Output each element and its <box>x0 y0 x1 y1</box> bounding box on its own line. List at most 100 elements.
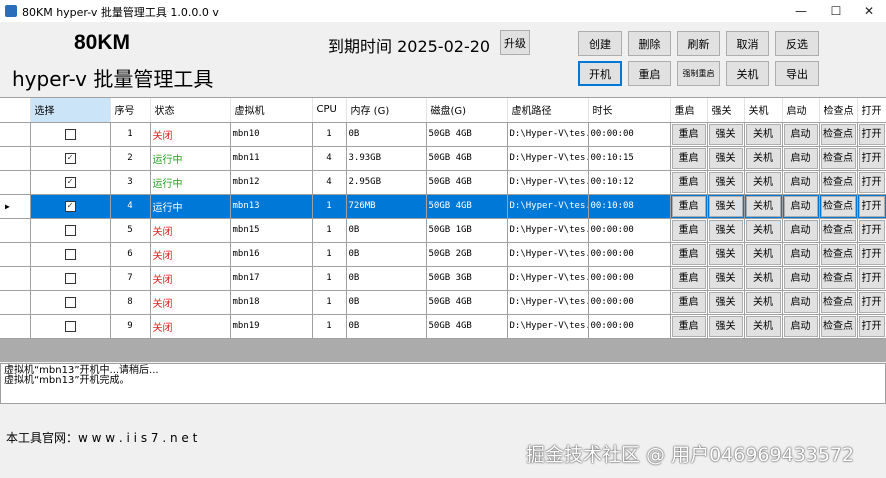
select-checkbox-cell[interactable] <box>30 290 111 315</box>
start-row-button[interactable]: 启动 <box>783 171 818 193</box>
select-checkbox-cell[interactable] <box>30 266 111 291</box>
checkpoint-row-button[interactable]: 检查点 <box>820 195 856 217</box>
column-header[interactable]: 启动 <box>782 98 820 123</box>
open-row-button[interactable]: 打开 <box>858 267 885 289</box>
table-row[interactable]: ✓ 2运行中mbn1143.93GB50GB 4GBD:\Hyper-V\tes.… <box>0 146 886 171</box>
shutdown-row-button[interactable]: 关机 <box>745 147 781 169</box>
checkpoint-row-button[interactable]: 检查点 <box>820 315 856 337</box>
row-header[interactable]: ▶ <box>0 194 31 219</box>
select-checkbox-cell[interactable]: ✓ <box>30 194 111 219</box>
maximize-button[interactable]: ☐ <box>819 0 853 22</box>
invert-select-button[interactable]: 反选 <box>775 31 819 56</box>
restart-row-button[interactable]: 重启 <box>671 195 706 217</box>
table-row[interactable]: 7关闭mbn1710B50GB 3GBD:\Hyper-V\tes...00:0… <box>0 266 886 291</box>
force-off-row-button[interactable]: 强关 <box>708 195 743 217</box>
select-checkbox[interactable] <box>64 272 76 284</box>
start-row-button[interactable]: 启动 <box>783 291 818 313</box>
force-off-row-button[interactable]: 强关 <box>708 267 743 289</box>
open-row-button[interactable]: 打开 <box>858 147 885 169</box>
restart-button[interactable]: 重启 <box>628 61 671 86</box>
checkpoint-row-button[interactable]: 检查点 <box>820 243 856 265</box>
shutdown-row-button[interactable]: 关机 <box>745 219 781 241</box>
column-header[interactable]: 重启 <box>670 98 708 123</box>
checkpoint-row-button[interactable]: 检查点 <box>820 267 856 289</box>
checkpoint-row-button[interactable]: 检查点 <box>820 147 856 169</box>
shutdown-row-button[interactable]: 关机 <box>745 243 781 265</box>
shutdown-button[interactable]: 关机 <box>726 61 769 86</box>
column-header[interactable]: 时长 <box>588 98 671 123</box>
select-checkbox[interactable]: ✓ <box>64 152 76 164</box>
table-row[interactable]: 1关闭mbn1010B50GB 4GBD:\Hyper-V\tes...00:0… <box>0 122 886 147</box>
select-checkbox[interactable] <box>64 128 76 140</box>
select-checkbox[interactable] <box>64 248 76 260</box>
start-row-button[interactable]: 启动 <box>783 123 818 145</box>
column-header[interactable]: 检查点 <box>819 98 858 123</box>
select-checkbox-cell[interactable] <box>30 242 111 267</box>
column-header[interactable]: 关机 <box>744 98 783 123</box>
select-checkbox[interactable] <box>64 224 76 236</box>
shutdown-row-button[interactable]: 关机 <box>745 291 781 313</box>
restart-row-button[interactable]: 重启 <box>671 123 706 145</box>
shutdown-row-button[interactable]: 关机 <box>745 267 781 289</box>
restart-row-button[interactable]: 重启 <box>671 147 706 169</box>
force-off-row-button[interactable]: 强关 <box>708 123 743 145</box>
select-checkbox-cell[interactable] <box>30 314 111 339</box>
select-checkbox[interactable]: ✓ <box>64 176 76 188</box>
row-header[interactable] <box>0 122 31 147</box>
row-header[interactable] <box>0 242 31 267</box>
open-row-button[interactable]: 打开 <box>858 291 885 313</box>
start-row-button[interactable]: 启动 <box>783 147 818 169</box>
start-row-button[interactable]: 启动 <box>783 315 818 337</box>
force-off-row-button[interactable]: 强关 <box>708 315 743 337</box>
table-row[interactable]: 8关闭mbn1810B50GB 4GBD:\Hyper-V\tes...00:0… <box>0 290 886 315</box>
shutdown-row-button[interactable]: 关机 <box>745 195 781 217</box>
restart-row-button[interactable]: 重启 <box>671 171 706 193</box>
delete-button[interactable]: 删除 <box>628 31 671 56</box>
open-row-button[interactable]: 打开 <box>858 123 885 145</box>
column-header[interactable]: 序号 <box>110 98 151 123</box>
open-row-button[interactable]: 打开 <box>858 195 885 217</box>
checkpoint-row-button[interactable]: 检查点 <box>820 291 856 313</box>
open-row-button[interactable]: 打开 <box>858 171 885 193</box>
force-off-row-button[interactable]: 强关 <box>708 243 743 265</box>
restart-row-button[interactable]: 重启 <box>671 243 706 265</box>
refresh-button[interactable]: 刷新 <box>677 31 720 56</box>
cancel-button[interactable]: 取消 <box>726 31 769 56</box>
force-off-row-button[interactable]: 强关 <box>708 291 743 313</box>
table-row[interactable]: 6关闭mbn1610B50GB 2GBD:\Hyper-V\tes...00:0… <box>0 242 886 267</box>
column-header[interactable]: 强关 <box>707 98 745 123</box>
upgrade-button[interactable]: 升级 <box>500 30 530 55</box>
force-off-row-button[interactable]: 强关 <box>708 147 743 169</box>
checkpoint-row-button[interactable]: 检查点 <box>820 219 856 241</box>
start-row-button[interactable]: 启动 <box>783 219 818 241</box>
table-row[interactable]: ✓ 3运行中mbn1242.95GB50GB 4GBD:\Hyper-V\tes.… <box>0 170 886 195</box>
column-header[interactable]: 选择 <box>30 98 111 123</box>
select-checkbox[interactable] <box>64 296 76 308</box>
checkpoint-row-button[interactable]: 检查点 <box>820 171 856 193</box>
shutdown-row-button[interactable]: 关机 <box>745 123 781 145</box>
column-header[interactable]: 打开 <box>857 98 886 123</box>
row-header[interactable] <box>0 218 31 243</box>
row-header[interactable] <box>0 290 31 315</box>
row-header[interactable] <box>0 146 31 171</box>
column-header[interactable]: 虚拟机 <box>230 98 313 123</box>
select-checkbox-cell[interactable]: ✓ <box>30 146 111 171</box>
minimize-button[interactable]: — <box>784 0 818 22</box>
row-header[interactable] <box>0 314 31 339</box>
export-button[interactable]: 导出 <box>775 61 819 86</box>
table-row[interactable]: 5关闭mbn1510B50GB 1GBD:\Hyper-V\tes...00:0… <box>0 218 886 243</box>
select-checkbox[interactable] <box>64 320 76 332</box>
table-row[interactable]: ▶ ✓ 4运行中mbn131726MB50GB 4GBD:\Hyper-V\tes.… <box>0 194 886 219</box>
start-button[interactable]: 开机 <box>578 61 622 86</box>
shutdown-row-button[interactable]: 关机 <box>745 315 781 337</box>
restart-row-button[interactable]: 重启 <box>671 315 706 337</box>
select-checkbox-cell[interactable] <box>30 218 111 243</box>
open-row-button[interactable]: 打开 <box>858 243 885 265</box>
force-off-row-button[interactable]: 强关 <box>708 171 743 193</box>
open-row-button[interactable]: 打开 <box>858 219 885 241</box>
close-button[interactable]: ✕ <box>852 0 886 22</box>
restart-row-button[interactable]: 重启 <box>671 291 706 313</box>
row-header[interactable] <box>0 266 31 291</box>
website-link[interactable]: 本工具官网：w w w . i i s 7 . n e t <box>6 429 197 446</box>
start-row-button[interactable]: 启动 <box>783 195 818 217</box>
